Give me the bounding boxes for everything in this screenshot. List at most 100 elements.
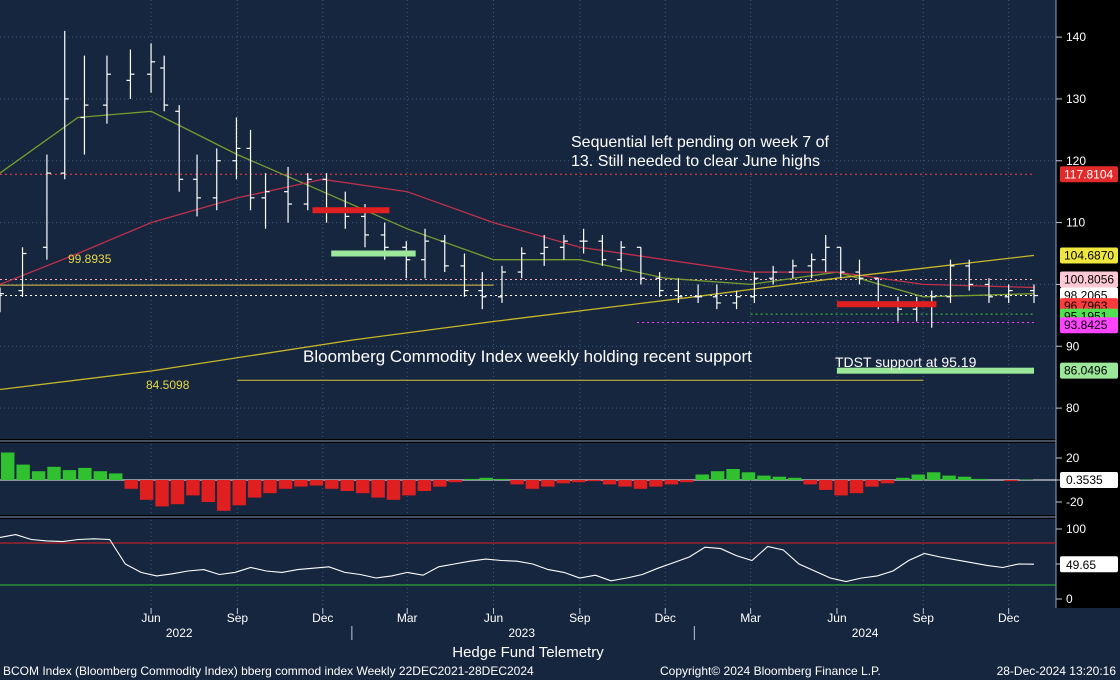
hist-bar-44	[680, 480, 694, 483]
hist-bar-28	[433, 480, 447, 487]
hist-bar-33	[510, 480, 524, 485]
hist-bar-13	[201, 480, 216, 502]
hist-bar-50	[772, 476, 787, 480]
hist-bar-57	[880, 480, 895, 484]
hist-bar-26	[402, 480, 416, 496]
y-tick-label-120: 120	[1066, 154, 1086, 168]
hist-bar-20	[309, 480, 324, 486]
hist-bar-56	[865, 480, 879, 487]
price-tag-text-2: 100.8056	[1064, 272, 1114, 286]
price-tag-0: 117.8104	[1060, 166, 1118, 183]
hist-bar-29	[448, 480, 462, 483]
level-label-84-5098: 84.5098	[146, 378, 190, 392]
annotation-sequential-2: 13. Still needed to clear June highs	[571, 153, 820, 170]
hist-bar-58	[896, 477, 910, 480]
osc-last-value: 49.65	[1066, 558, 1096, 572]
annotation-tdst-support: TDST support at 95.19	[835, 354, 977, 370]
hist-bar-1	[16, 464, 30, 480]
hist-bar-39	[602, 480, 617, 485]
x-tick-label-1: Sep	[227, 611, 249, 625]
hist-bar-15	[232, 480, 246, 506]
price-tag-7: 86.0496	[1060, 362, 1118, 379]
chart-root: 8090100110120130140200-20100500 117.8104…	[0, 0, 1120, 680]
sell-setup-bar-2023	[312, 207, 390, 214]
hist-bar-55	[849, 480, 864, 494]
y-tick-label-140: 140	[1066, 30, 1086, 44]
x-tick-label-9: Sep	[913, 611, 935, 625]
year-label-2023: 2023	[508, 626, 535, 640]
hist-bar-34	[525, 480, 540, 489]
x-tick-label-2: Dec	[312, 611, 333, 625]
year-label-2024: 2024	[852, 626, 879, 640]
hist-bar-0	[1, 452, 15, 480]
hist-bar-3	[47, 466, 61, 480]
hist-bar-6	[93, 471, 108, 480]
hist-bar-25	[386, 480, 401, 500]
price-tag-2: 100.8056	[1060, 271, 1118, 288]
hist-bar-16	[247, 480, 262, 498]
hist-tick-label--20: -20	[1066, 495, 1084, 509]
price-tag-6: 93.8425	[1060, 317, 1118, 334]
hist-bar-24	[371, 480, 385, 498]
hist-bar-11	[170, 480, 185, 505]
hist-last-value: 0.3535	[1066, 473, 1103, 487]
x-tick-label-10: Dec	[998, 611, 1019, 625]
hist-bar-22	[340, 480, 354, 491]
hist-bar-2	[31, 471, 46, 480]
hist-bar-51	[788, 477, 802, 480]
hist-bar-61	[942, 475, 956, 480]
hist-bar-21	[325, 480, 339, 489]
hist-bar-37	[572, 480, 586, 483]
hist-bar-19	[294, 480, 308, 487]
level-label-99-8935: 99.8935	[68, 252, 112, 266]
hist-bar-40	[618, 480, 632, 487]
hist-bar-27	[417, 480, 432, 491]
x-tick-label-0: Jun	[141, 611, 160, 625]
footer-credit: Hedge Fund Telemetry	[452, 644, 604, 661]
hist-bar-59	[911, 474, 925, 480]
hist-bar-30	[463, 478, 478, 480]
hist-bar-46	[710, 471, 725, 480]
hist-bar-23	[355, 480, 370, 494]
hist-bar-32	[494, 478, 509, 480]
y-tick-label-90: 90	[1066, 339, 1080, 353]
hist-bar-38	[587, 480, 601, 482]
hist-bar-35	[541, 480, 555, 487]
footer-copyright: Copyright© 2024 Bloomberg Finance L.P.	[660, 664, 881, 678]
year-label-2022: 2022	[166, 626, 193, 640]
hist-bar-7	[109, 473, 123, 480]
hist-bar-17	[263, 480, 277, 494]
sell-setup-bar-2024	[836, 301, 937, 308]
x-tick-label-4: Jun	[484, 611, 503, 625]
footer-timestamp: 28-Dec-2024 13:20:16	[997, 664, 1117, 678]
hist-bar-53	[818, 480, 833, 490]
hist-bar-54	[834, 480, 848, 496]
price-tag-text-1: 104.6870	[1064, 248, 1114, 262]
x-tick-label-3: Mar	[397, 611, 418, 625]
footer-security: BCOM Index (Bloomberg Commodity Index) b…	[3, 664, 534, 678]
hist-bar-48	[741, 472, 756, 480]
price-tag-1: 104.6870	[1060, 247, 1118, 264]
hist-bar-49	[757, 475, 771, 480]
hist-bar-63	[973, 478, 987, 480]
hist-bar-5	[78, 467, 92, 480]
x-tick-label-8: Jun	[827, 611, 846, 625]
hist-bar-52	[803, 480, 817, 485]
hist-bar-62	[957, 476, 972, 480]
x-tick-label-5: Sep	[569, 611, 591, 625]
hist-bar-36	[556, 480, 571, 484]
hist-bar-45	[695, 474, 709, 480]
hist-bar-18	[278, 480, 293, 489]
hist-bar-4	[62, 470, 77, 480]
price-tag-text-7: 86.0496	[1064, 364, 1108, 378]
bcom-weekly-chart: 8090100110120130140200-20100500 117.8104…	[0, 0, 1120, 680]
annotation-holding-support: Bloomberg Commodity Index weekly holding…	[303, 347, 752, 366]
x-tick-label-6: Dec	[655, 611, 676, 625]
hist-bar-12	[186, 480, 200, 496]
price-tag-text-0: 117.8104	[1064, 167, 1113, 181]
x-tick-label-7: Mar	[740, 611, 761, 625]
hist-bar-42	[649, 480, 663, 487]
hist-bar-14	[217, 480, 231, 511]
hist-bar-47	[726, 469, 740, 480]
osc-tick-label-0: 0	[1066, 592, 1073, 606]
